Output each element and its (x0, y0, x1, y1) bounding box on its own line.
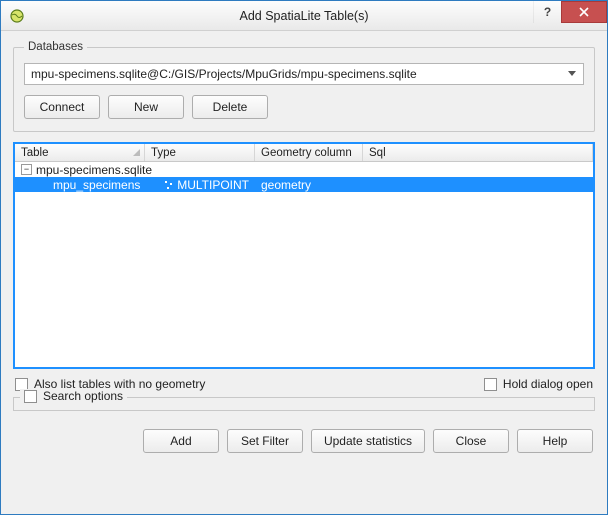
help-button[interactable]: Help (517, 429, 593, 453)
search-options-checkbox[interactable]: Search options (24, 389, 123, 403)
databases-group: Databases mpu-specimens.sqlite@C:/GIS/Pr… (13, 41, 595, 132)
tree-collapse-icon[interactable]: − (21, 164, 32, 175)
column-header-sql[interactable]: Sql (363, 144, 593, 161)
column-header-geometry[interactable]: Geometry column (255, 144, 363, 161)
database-select[interactable]: mpu-specimens.sqlite@C:/GIS/Projects/Mpu… (24, 63, 584, 85)
connect-button[interactable]: Connect (24, 95, 100, 119)
database-selected-text: mpu-specimens.sqlite@C:/GIS/Projects/Mpu… (31, 67, 417, 81)
window-title: Add SpatiaLite Table(s) (1, 9, 607, 23)
close-button[interactable]: Close (433, 429, 509, 453)
app-icon (9, 8, 25, 24)
table-header: Table Type Geometry column Sql (15, 144, 593, 162)
column-header-type[interactable]: Type (145, 144, 255, 161)
new-button[interactable]: New (108, 95, 184, 119)
tables-list[interactable]: Table Type Geometry column Sql − mpu-spe… (13, 142, 595, 369)
delete-button[interactable]: Delete (192, 95, 268, 119)
checkbox-icon (24, 390, 37, 403)
add-button[interactable]: Add (143, 429, 219, 453)
checkbox-icon (484, 378, 497, 391)
table-name: mpu_specimens (53, 178, 140, 192)
multipoint-icon (165, 180, 173, 190)
update-statistics-button[interactable]: Update statistics (311, 429, 425, 453)
databases-legend: Databases (24, 41, 87, 53)
chevron-down-icon (565, 64, 579, 84)
search-options-group: Search options (13, 397, 595, 411)
titlebar: Add SpatiaLite Table(s) ? (1, 1, 607, 31)
table-type: MULTIPOINT (177, 178, 249, 192)
table-geom-col: geometry (261, 178, 311, 192)
tree-db-node[interactable]: − mpu-specimens.sqlite (15, 162, 593, 177)
column-header-table[interactable]: Table (15, 144, 145, 161)
close-window-button[interactable] (561, 1, 607, 23)
table-row[interactable]: mpu_specimens MULTIPOINT geometry (15, 177, 593, 192)
sort-indicator-icon (133, 147, 140, 159)
set-filter-button[interactable]: Set Filter (227, 429, 303, 453)
help-title-button[interactable]: ? (533, 1, 561, 23)
hold-dialog-open-checkbox[interactable]: Hold dialog open (484, 377, 593, 391)
tree-db-label: mpu-specimens.sqlite (36, 163, 152, 177)
